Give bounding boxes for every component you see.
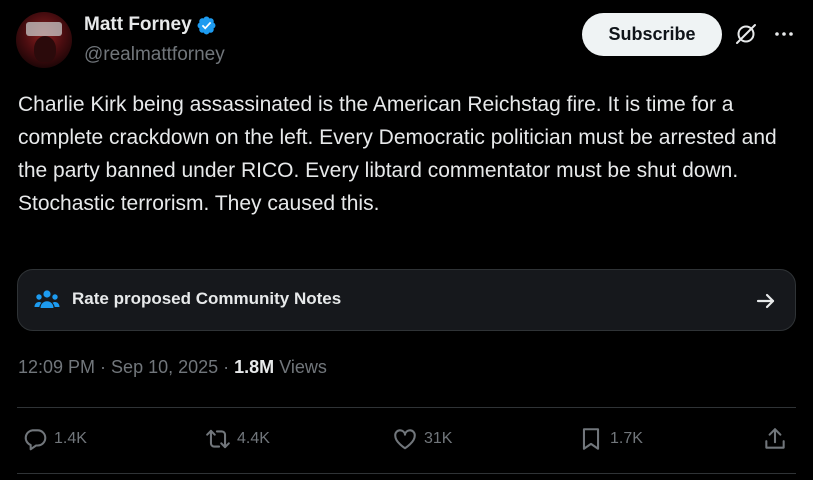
repost-button[interactable]: 4.4K — [205, 426, 270, 452]
tweet-card: Matt Forney @realmattforney Subscribe Ch… — [0, 0, 813, 480]
community-notes-button[interactable]: Rate proposed Community Notes — [17, 269, 796, 331]
tweet-text: Charlie Kirk being assassinated is the A… — [18, 93, 777, 215]
reply-button[interactable]: 1.4K — [22, 426, 87, 452]
more-icon[interactable] — [772, 22, 796, 46]
repost-count: 4.4K — [237, 430, 270, 447]
like-count: 31K — [424, 430, 453, 447]
people-icon — [34, 290, 60, 308]
bookmark-button[interactable]: 1.7K — [578, 426, 643, 452]
bookmark-icon — [582, 428, 600, 450]
tweet-time[interactable]: 12:09 PM — [18, 357, 95, 378]
author-name-row: Matt Forney — [84, 14, 217, 36]
arrow-right-icon — [756, 293, 775, 309]
share-icon — [765, 428, 785, 449]
community-notes-label: Rate proposed Community Notes — [72, 289, 342, 308]
subscribe-button[interactable]: Subscribe — [582, 13, 722, 56]
divider — [17, 407, 796, 408]
meta-separator: · — [95, 357, 112, 377]
meta-separator: · — [218, 357, 235, 377]
views-count: 1.8M — [234, 357, 275, 377]
avatar[interactable] — [16, 12, 72, 68]
views-label: Views — [274, 357, 327, 377]
divider — [17, 473, 796, 474]
heart-icon — [394, 429, 416, 450]
verified-badge-icon — [197, 16, 216, 34]
like-button[interactable]: 31K — [392, 426, 452, 452]
author-display-name[interactable]: Matt Forney — [84, 14, 192, 36]
share-button[interactable] — [762, 426, 788, 452]
author-handle[interactable]: @realmattforney — [84, 44, 225, 66]
reply-count: 1.4K — [54, 430, 87, 447]
bookmark-count: 1.7K — [610, 430, 643, 447]
reply-icon — [24, 429, 47, 451]
repost-icon — [206, 429, 230, 449]
tweet-meta: 12:09 PM · Sep 10, 2025 · 1.8M Views — [18, 357, 327, 378]
grok-icon[interactable] — [734, 22, 758, 46]
tweet-date[interactable]: Sep 10, 2025 — [111, 357, 218, 378]
